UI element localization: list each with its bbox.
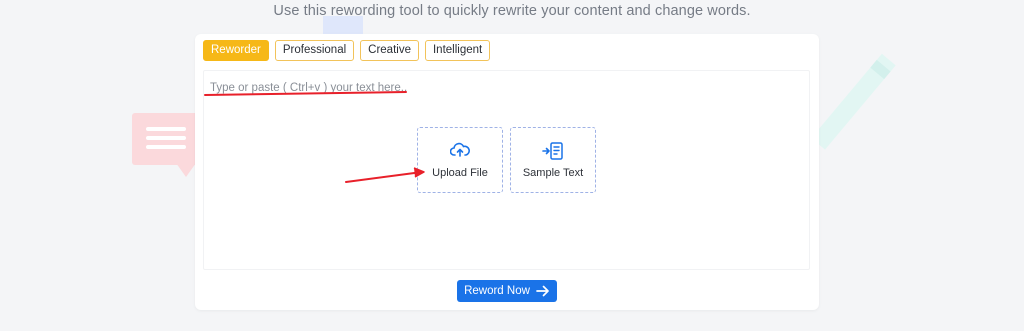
arrow-right-icon <box>536 285 549 297</box>
sample-text-icon <box>542 142 563 160</box>
sample-text-label: Sample Text <box>522 167 584 179</box>
sample-text-button[interactable]: Sample Text <box>510 127 596 193</box>
upload-file-label: Upload File <box>432 167 488 179</box>
cloud-upload-icon <box>450 142 470 157</box>
pencil-icon <box>811 53 896 150</box>
tab-professional[interactable]: Professional <box>274 40 355 61</box>
text-input[interactable] <box>210 79 800 97</box>
page-subtitle: Use this rewording tool to quickly rewri… <box>273 3 751 19</box>
reword-now-button[interactable]: Reword Now <box>457 280 557 302</box>
reworder-card: Reworder Professional Creative Intellige… <box>195 34 819 310</box>
text-editor: Upload File Sample Text <box>203 70 810 270</box>
upload-file-button[interactable]: Upload File <box>417 127 503 193</box>
tab-intelligent[interactable]: Intelligent <box>424 40 491 61</box>
decorative-shape <box>323 16 363 34</box>
reword-now-label: Reword Now <box>464 285 530 297</box>
tab-reworder[interactable]: Reworder <box>203 40 269 61</box>
tab-creative[interactable]: Creative <box>360 40 419 61</box>
mode-tabs: Reworder Professional Creative Intellige… <box>203 40 491 61</box>
